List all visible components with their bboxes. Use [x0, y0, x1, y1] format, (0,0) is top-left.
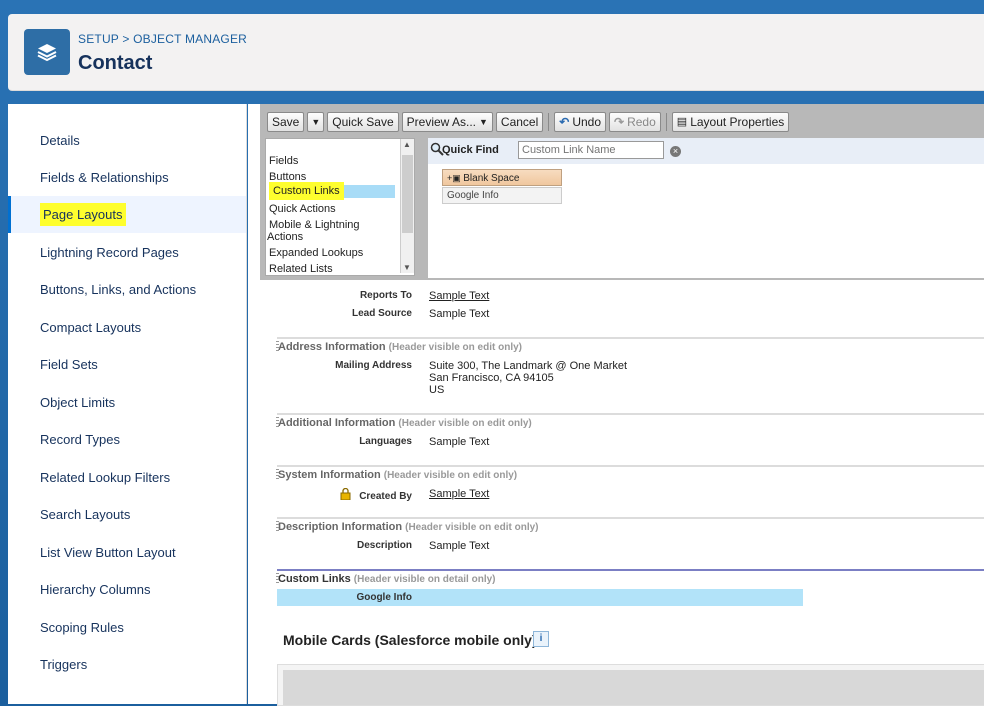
mobile-cards-title: Mobile Cards (Salesforce mobile only) — [283, 632, 537, 648]
sidebar-item-triggers[interactable]: Triggers — [8, 646, 246, 683]
sidebar-item-page-layouts[interactable]: Page Layouts — [8, 196, 246, 233]
page-title: Contact — [78, 52, 153, 74]
category-related-lists[interactable]: Related Lists — [269, 263, 333, 275]
redo-button[interactable]: ↷ Redo — [609, 112, 661, 132]
sidebar-item-object-limits[interactable]: Object Limits — [8, 384, 246, 421]
undo-icon: ↶ — [559, 115, 570, 129]
sidebar-item-list-view-button-layout[interactable]: List View Button Layout — [8, 534, 246, 571]
scroll-down-icon[interactable]: ▼ — [403, 263, 411, 272]
info-icon[interactable]: i — [533, 631, 549, 647]
save-button[interactable]: Save — [267, 112, 305, 132]
google-info-link[interactable]: Google Info — [272, 592, 412, 603]
created-by-value[interactable]: Sample Text — [429, 488, 489, 500]
category-mobile-lightning-actions[interactable]: Actions — [267, 231, 303, 243]
palette-tile-blank-space[interactable]: +▣ Blank Space — [442, 169, 562, 186]
mailing-line-3: US — [429, 384, 445, 396]
section-divider — [277, 517, 984, 519]
address-section-header[interactable]: Address Information (Header visible on e… — [276, 341, 522, 353]
clear-icon[interactable]: × — [670, 146, 681, 157]
palette: Save ▼ Quick Save Preview As... ▼ Cancel … — [260, 104, 984, 280]
sidebar-item-fields-relationships[interactable]: Fields & Relationships — [8, 159, 246, 196]
lead-source-value[interactable]: Sample Text — [429, 308, 489, 320]
section-divider — [277, 569, 984, 571]
toolbar: Save ▼ Quick Save Preview As... ▼ Cancel … — [267, 112, 790, 132]
sidebar: Details Fields & Relationships Page Layo… — [8, 104, 247, 704]
category-fields[interactable]: Fields — [269, 155, 298, 167]
properties-icon: ▤ — [676, 116, 688, 128]
palette-items-area: Quick Find × +▣ Blank Space Google Info — [428, 138, 984, 278]
quick-save-button[interactable]: Quick Save — [327, 112, 399, 132]
sidebar-item-lightning-record-pages[interactable]: Lightning Record Pages — [8, 234, 246, 271]
quick-find-input[interactable] — [518, 141, 664, 159]
layout-properties-button[interactable]: ▤ Layout Properties — [671, 112, 790, 132]
sidebar-item-field-sets[interactable]: Field Sets — [8, 346, 246, 383]
blank-space-icon: +▣ — [447, 173, 464, 183]
drag-handle-icon — [276, 469, 279, 481]
mailing-address-value[interactable]: Suite 300, The Landmark @ One Market San… — [429, 360, 627, 396]
caret-down-icon: ▼ — [479, 117, 488, 127]
languages-value[interactable]: Sample Text — [429, 436, 489, 448]
description-value[interactable]: Sample Text — [429, 540, 489, 552]
category-quick-actions[interactable]: Quick Actions — [269, 203, 336, 215]
cancel-button[interactable]: Cancel — [495, 112, 544, 132]
undo-button[interactable]: ↶ Undo — [554, 112, 607, 132]
layers-icon — [24, 29, 70, 75]
description-section-header[interactable]: Description Information (Header visible … — [276, 521, 538, 533]
mailing-line-2: San Francisco, CA 94105 — [429, 372, 554, 384]
palette-tile-google-info[interactable]: Google Info — [442, 187, 562, 204]
section-divider — [277, 337, 984, 339]
custom-links-section-header[interactable]: Custom Links (Header visible on detail o… — [276, 573, 496, 585]
sidebar-item-record-types[interactable]: Record Types — [8, 421, 246, 458]
mobile-cards-inner — [283, 670, 984, 705]
sidebar-item-buttons-links-actions[interactable]: Buttons, Links, and Actions — [8, 271, 246, 308]
drag-handle-icon — [276, 573, 279, 585]
mailing-line-1: Suite 300, The Landmark @ One Market — [429, 360, 628, 372]
additional-section-header[interactable]: Additional Information (Header visible o… — [276, 417, 532, 429]
category-mobile-lightning[interactable]: Mobile & Lightning — [269, 219, 360, 231]
scroll-up-icon[interactable]: ▲ — [403, 140, 411, 149]
sidebar-item-scoping-rules[interactable]: Scoping Rules — [8, 609, 246, 646]
sidebar-item-details[interactable]: Details — [8, 122, 246, 159]
sidebar-item-search-layouts[interactable]: Search Layouts — [8, 496, 246, 533]
palette-category-list: Fields Buttons Custom Links Quick Action… — [265, 138, 415, 276]
scroll-thumb[interactable] — [402, 155, 413, 233]
drag-handle-icon — [276, 521, 279, 533]
drag-handle-icon — [276, 341, 279, 353]
category-expanded-lookups[interactable]: Expanded Lookups — [269, 247, 363, 259]
object-header: SETUP > OBJECT MANAGER Contact — [8, 14, 984, 91]
caret-down-icon: ▼ — [311, 117, 321, 127]
sidebar-item-related-lookup-filters[interactable]: Related Lookup Filters — [8, 459, 246, 496]
description-label: Description — [356, 540, 412, 551]
breadcrumb-setup[interactable]: SETUP — [78, 32, 119, 46]
redo-icon: ↷ — [614, 115, 625, 129]
lead-source-label: Lead Source — [351, 308, 412, 319]
created-by-label: Created By — [359, 491, 412, 502]
languages-label: Languages — [359, 436, 412, 447]
breadcrumb-object-manager[interactable]: OBJECT MANAGER — [133, 32, 247, 46]
custom-link-row[interactable]: Google Info — [277, 589, 803, 606]
quick-find-label: Quick Find — [442, 144, 499, 156]
sidebar-item-compact-layouts[interactable]: Compact Layouts — [8, 309, 246, 346]
breadcrumb: SETUP > OBJECT MANAGER — [78, 32, 247, 46]
quick-find-bar: Quick Find × — [428, 138, 984, 164]
section-divider — [277, 413, 984, 415]
sidebar-item-hierarchy-columns[interactable]: Hierarchy Columns — [8, 571, 246, 608]
reports-to-value[interactable]: Sample Text — [429, 290, 489, 302]
mailing-address-label: Mailing Address — [335, 360, 412, 371]
layout-editor: Save ▼ Quick Save Preview As... ▼ Cancel … — [248, 104, 984, 706]
system-section-header[interactable]: System Information (Header visible on ed… — [276, 469, 517, 481]
section-divider — [277, 465, 984, 467]
mobile-cards-dropzone[interactable] — [277, 664, 984, 706]
save-dropdown-button[interactable]: ▼ — [307, 112, 325, 132]
drag-handle-icon — [276, 417, 279, 429]
breadcrumb-separator: > — [122, 32, 130, 46]
preview-as-button[interactable]: Preview As... ▼ — [401, 112, 493, 132]
reports-to-label: Reports To — [359, 290, 412, 301]
category-custom-links[interactable]: Custom Links — [269, 182, 395, 200]
toolbar-divider — [548, 113, 550, 131]
category-scrollbar[interactable]: ▲ ▼ — [400, 139, 414, 273]
toolbar-divider — [665, 113, 667, 131]
